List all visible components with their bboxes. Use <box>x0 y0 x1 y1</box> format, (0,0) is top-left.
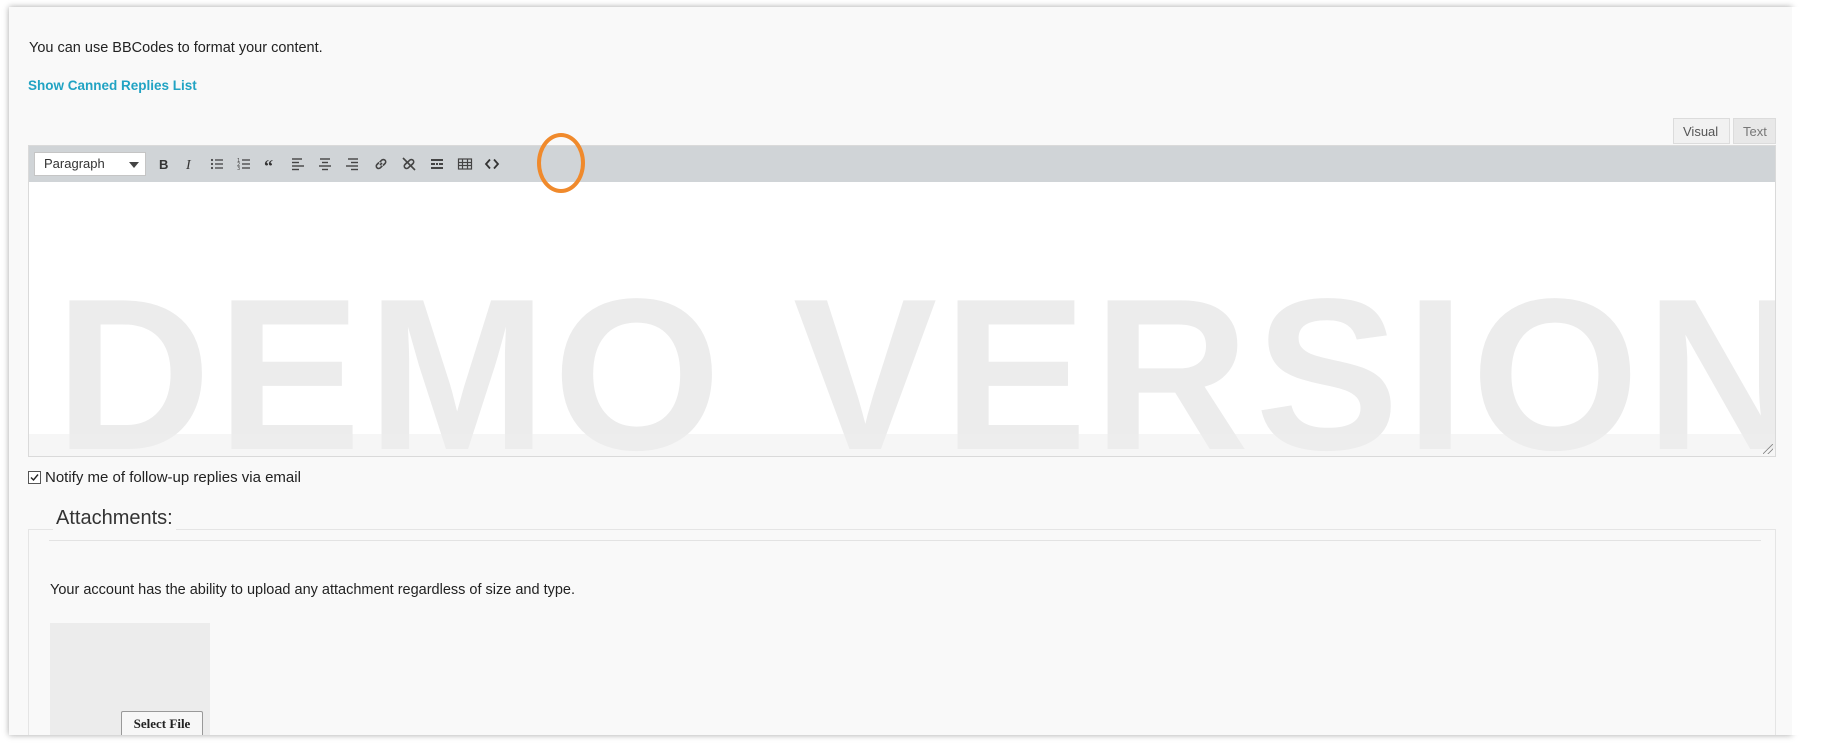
insert-link-button[interactable] <box>369 153 393 175</box>
blockquote-button[interactable]: “ <box>259 153 283 175</box>
attachments-note: Your account has the ability to upload a… <box>50 582 576 598</box>
select-file-button[interactable]: Select File <box>121 711 203 735</box>
editor-content-area[interactable]: DEMO VERSION <box>29 182 1775 456</box>
editor-status-bar <box>29 434 1775 456</box>
align-right-button[interactable] <box>340 153 364 175</box>
tab-text[interactable]: Text <box>1733 118 1776 144</box>
chevron-down-icon <box>129 162 139 168</box>
svg-text:3: 3 <box>237 166 240 172</box>
tab-visual[interactable]: Visual <box>1673 118 1730 144</box>
page-frame: You can use BBCodes to format your conte… <box>9 7 1792 735</box>
align-center-icon <box>319 158 331 171</box>
read-more-button[interactable] <box>425 153 449 175</box>
insert-link-icon <box>375 158 387 170</box>
format-select[interactable]: Paragraph <box>34 152 146 176</box>
bold-icon: B <box>159 157 168 172</box>
svg-text:I: I <box>185 158 192 172</box>
italic-button[interactable]: I <box>178 153 202 175</box>
attachments-fieldset <box>28 529 1776 735</box>
italic-icon: I <box>185 158 192 172</box>
format-select-value: Paragraph <box>44 156 105 171</box>
editor-toolbar: Paragraph B I 123 “ <box>29 146 1775 182</box>
numbered-list-icon: 123 <box>237 158 250 172</box>
page-margin <box>1792 7 1834 735</box>
align-right-icon <box>346 158 358 171</box>
toolbar-toggle-icon <box>457 158 473 170</box>
bbcode-hint: You can use BBCodes to format your conte… <box>29 40 323 56</box>
remove-link-icon <box>402 157 416 171</box>
bulleted-list-icon <box>210 158 223 170</box>
numbered-list-button[interactable]: 123 <box>232 153 256 175</box>
align-center-button[interactable] <box>313 153 337 175</box>
svg-text:“: “ <box>264 156 273 172</box>
read-more-icon <box>431 159 443 169</box>
checkmark-icon <box>30 474 39 482</box>
notify-label: Notify me of follow-up replies via email <box>45 469 301 486</box>
show-canned-replies-link[interactable]: Show Canned Replies List <box>28 78 197 93</box>
notify-option: Notify me of follow-up replies via email <box>28 469 301 486</box>
attachments-title: Attachments: <box>53 507 176 530</box>
svg-text:B: B <box>159 157 168 172</box>
toolbar-toggle-button[interactable] <box>453 153 477 175</box>
code-button[interactable] <box>480 153 504 175</box>
bold-button[interactable]: B <box>151 153 175 175</box>
demo-watermark: DEMO VERSION <box>55 253 1775 456</box>
attachments-divider <box>49 540 1761 541</box>
remove-link-button[interactable] <box>397 153 421 175</box>
code-icon <box>484 158 500 170</box>
rich-text-editor: Paragraph B I 123 “ DEMO VERSION <box>28 145 1776 457</box>
notify-checkbox[interactable] <box>28 471 41 484</box>
resize-handle-icon[interactable] <box>1763 444 1773 454</box>
blockquote-icon: “ <box>264 156 273 172</box>
align-left-icon <box>292 158 304 171</box>
align-left-button[interactable] <box>286 153 310 175</box>
bulleted-list-button[interactable] <box>205 153 229 175</box>
reply-form: You can use BBCodes to format your conte… <box>9 7 1792 735</box>
